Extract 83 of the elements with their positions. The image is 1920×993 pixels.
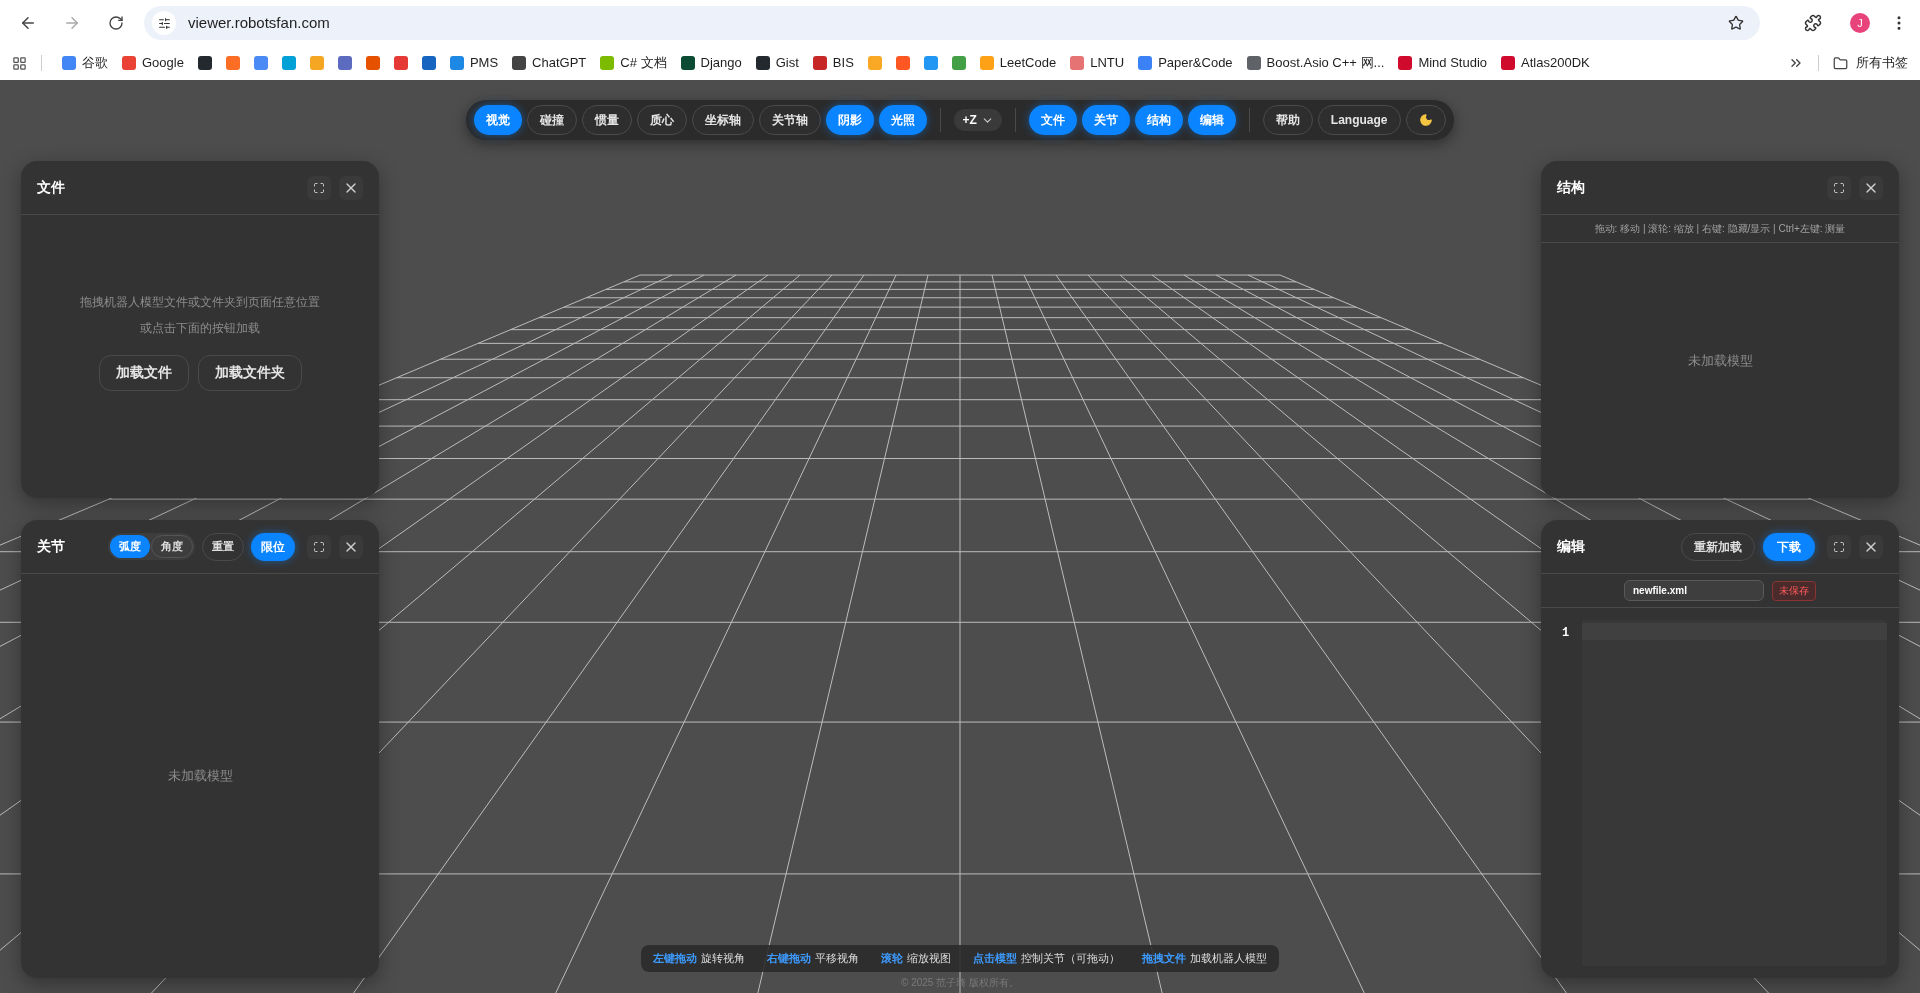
bookmark[interactable]: C# 文档 — [594, 49, 673, 77]
limits-toggle[interactable]: 限位 — [251, 532, 295, 561]
bookmark[interactable]: BIS — [806, 49, 860, 77]
fullscreen-icon — [1833, 181, 1845, 194]
moon-icon — [1418, 113, 1433, 127]
panel-title: 文件 — [37, 178, 65, 197]
panel-toggle[interactable]: 编辑 — [1187, 105, 1236, 135]
fullscreen-icon — [313, 181, 325, 194]
forward-arrow-icon — [63, 14, 81, 32]
view-toggle[interactable]: 碰撞 — [527, 105, 578, 135]
bookmark[interactable]: ChatGPT — [506, 49, 593, 77]
fullscreen-button[interactable] — [307, 534, 331, 559]
view-toggle[interactable]: 阴影 — [826, 105, 875, 135]
code-editor[interactable]: 1 — [1553, 620, 1887, 966]
hint-key: 点击模型 — [973, 950, 1017, 967]
url-text: viewer.robotsfan.com — [188, 12, 330, 33]
load-button[interactable]: 加载文件 — [98, 354, 189, 391]
unit-option[interactable]: 弧度 — [110, 535, 150, 558]
bookmark-star-icon[interactable] — [1728, 15, 1744, 31]
extensions-icon[interactable] — [1804, 14, 1822, 32]
fullscreen-icon — [1833, 540, 1845, 553]
hint-action: 控制关节（可拖动） — [1021, 951, 1120, 967]
bookmark[interactable]: Gist — [749, 49, 805, 77]
apps-icon[interactable] — [12, 55, 27, 71]
panel-toggle[interactable]: 文件 — [1028, 105, 1077, 135]
view-toggle[interactable]: 质心 — [637, 105, 688, 135]
hint-action: 缩放视图 — [907, 951, 951, 967]
folder-icon — [1833, 55, 1848, 71]
view-toggle[interactable]: 惯量 — [582, 105, 633, 135]
hint-key: 左键拖动 — [653, 950, 697, 967]
download-button[interactable]: 下载 — [1763, 532, 1815, 561]
view-toggle[interactable]: 关节轴 — [759, 105, 822, 135]
bookmark[interactable]: Boost.Asio C++ 网... — [1240, 49, 1391, 77]
load-button[interactable]: 加载文件夹 — [197, 354, 302, 391]
drop-hint-text: 拖拽机器人模型文件或文件夹到页面任意位置 — [80, 293, 320, 311]
reload-icon — [108, 15, 124, 31]
hint-action: 加载机器人模型 — [1190, 951, 1267, 967]
panel-title: 关节 — [37, 537, 65, 556]
fullscreen-button[interactable] — [1827, 175, 1851, 200]
hint-key: 右键拖动 — [767, 950, 811, 967]
bookmark[interactable]: 谷歌 — [56, 49, 114, 77]
bookmark[interactable]: LeetCode — [973, 49, 1063, 77]
drop-hint-text: 或点击下面的按钮加载 — [140, 319, 260, 337]
empty-state-text: 未加载模型 — [167, 767, 233, 786]
panel-title: 结构 — [1557, 178, 1585, 197]
hint-key: 拖拽文件 — [1142, 950, 1186, 967]
bookmark[interactable]: LNTU — [1064, 49, 1131, 77]
filename-field[interactable]: newfile.xml — [1624, 580, 1764, 601]
fullscreen-button[interactable] — [1827, 534, 1851, 559]
close-button[interactable] — [339, 534, 363, 559]
close-button[interactable] — [1859, 175, 1883, 200]
theme-toggle-button[interactable] — [1405, 105, 1446, 135]
address-bar[interactable]: viewer.robotsfan.com — [144, 6, 1760, 40]
profile-avatar[interactable]: J — [1850, 13, 1870, 33]
fullscreen-icon — [313, 540, 325, 553]
hint-action: 旋转视角 — [701, 951, 745, 967]
up-axis-dropdown[interactable]: +Z — [954, 109, 1002, 131]
panel-title: 编辑 — [1557, 537, 1585, 556]
unsaved-badge: 未保存 — [1772, 580, 1816, 601]
view-toggle[interactable]: 坐标轴 — [692, 105, 755, 135]
close-button[interactable] — [1859, 534, 1883, 559]
fullscreen-button[interactable] — [307, 175, 331, 200]
help-button[interactable]: 帮助 — [1262, 105, 1313, 135]
hint-action: 平移视角 — [815, 951, 859, 967]
all-bookmarks-button[interactable]: 所有书签 — [1833, 53, 1908, 73]
bookmark[interactable]: Django — [674, 49, 748, 77]
bookmark[interactable]: PMS — [443, 49, 505, 77]
panel-toggle[interactable]: 结构 — [1134, 105, 1183, 135]
bookmark[interactable]: Atlas200DK — [1495, 49, 1596, 77]
structure-hint-text: 拖动: 移动 | 滚轮: 缩放 | 右键: 隐藏/显示 | Ctrl+左键: 测量 — [1594, 222, 1846, 236]
bookmark[interactable]: Paper&Code — [1132, 49, 1239, 77]
hint-key: 滚轮 — [881, 950, 903, 967]
line-number: 1 — [1561, 625, 1571, 641]
view-toggle[interactable]: 光照 — [879, 105, 928, 135]
bookmark[interactable]: Google — [116, 49, 190, 77]
close-button[interactable] — [339, 175, 363, 200]
site-settings-icon[interactable] — [152, 11, 176, 35]
view-toggle[interactable]: 视觉 — [474, 105, 523, 135]
sliders-icon — [157, 16, 171, 30]
empty-state-text: 未加载模型 — [1687, 351, 1753, 370]
panel-toggle[interactable]: 关节 — [1081, 105, 1130, 135]
language-button[interactable]: Language — [1317, 105, 1401, 135]
bookmark[interactable]: Mind Studio — [1392, 49, 1494, 77]
